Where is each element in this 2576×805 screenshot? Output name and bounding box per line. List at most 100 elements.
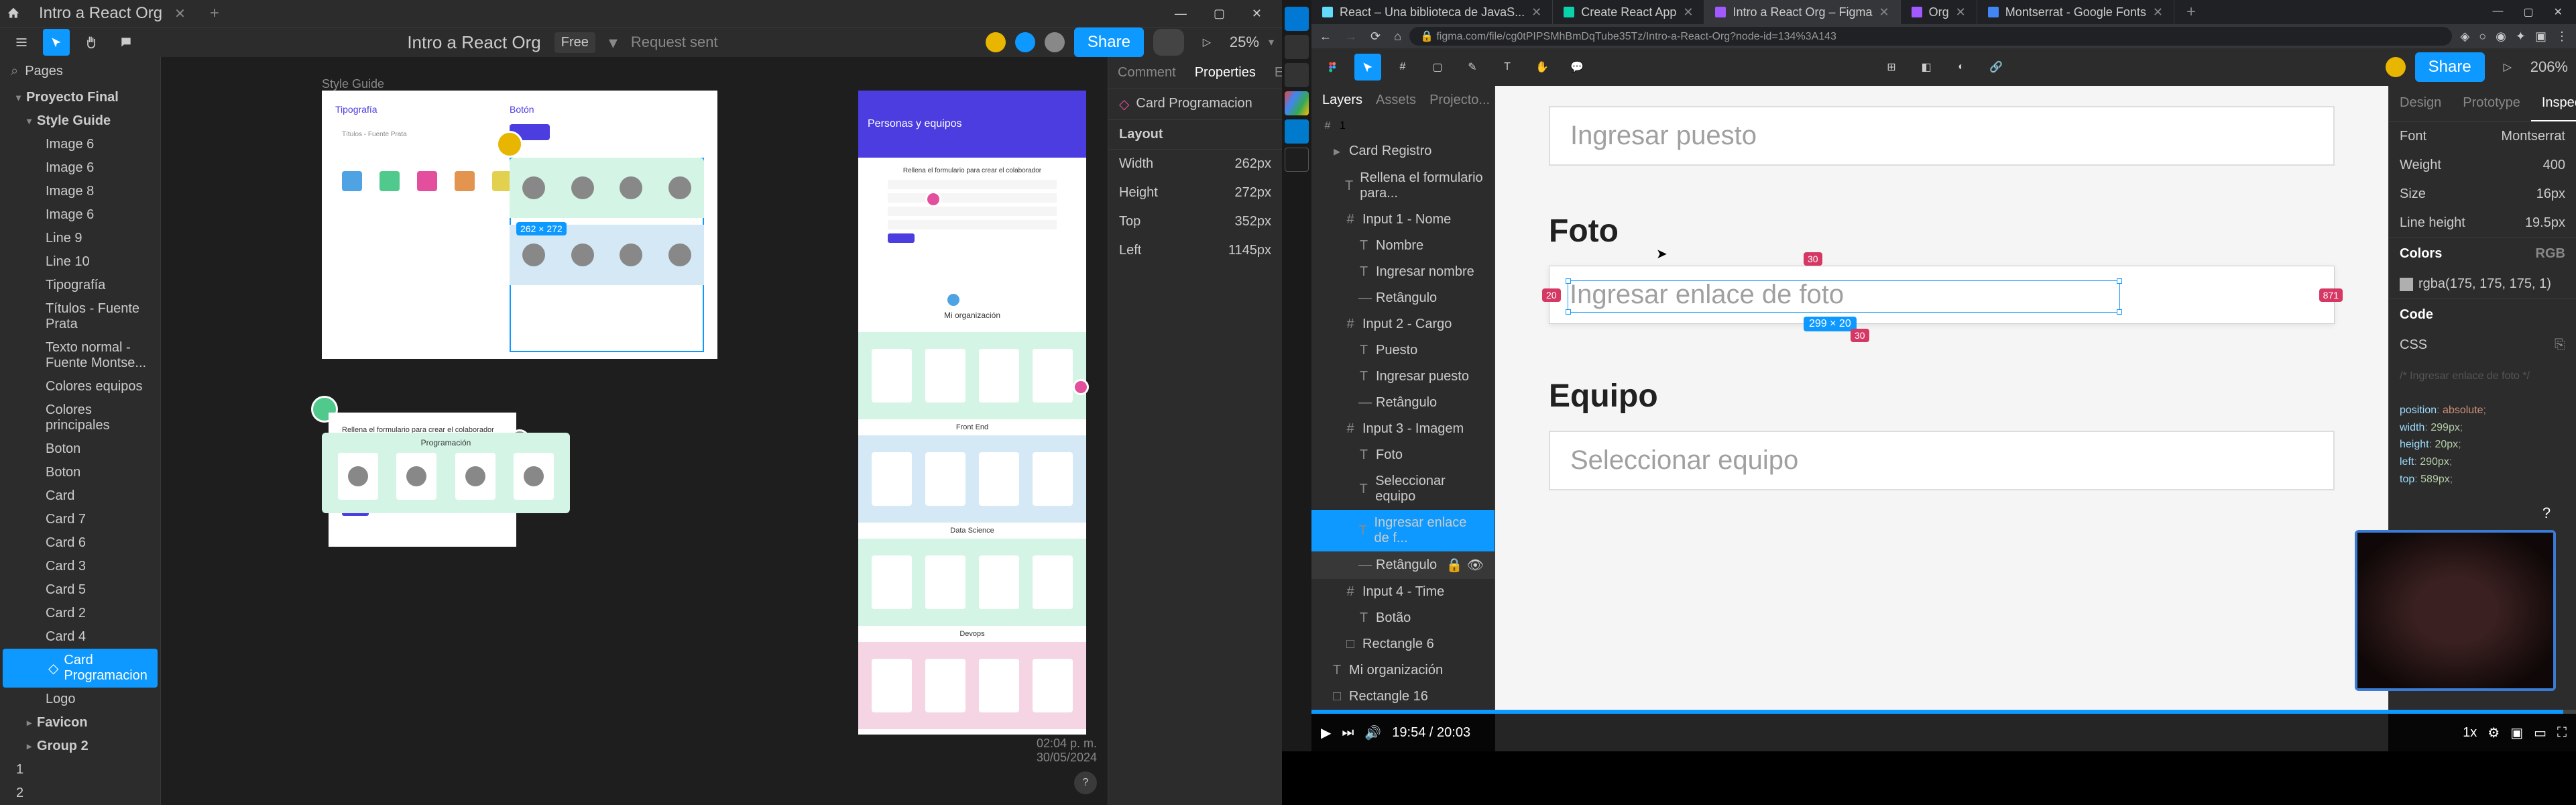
vscode-icon[interactable] [1285,119,1309,144]
theater-icon[interactable]: ▭ [2534,724,2546,741]
layer-item[interactable]: Card 2 [0,602,160,625]
layer-item[interactable]: □Rectangle 6 [1311,631,1495,657]
tab-page[interactable]: Projecto... [1429,93,1490,108]
frame-tool-icon[interactable]: # [1389,54,1416,80]
pen-tool-icon[interactable]: ✎ [1459,54,1486,80]
tab-comment[interactable]: Comment [1108,57,1185,89]
extension-icon[interactable]: ✦ [2516,30,2526,44]
zoom-level[interactable]: 25% [1230,34,1259,51]
menu-icon[interactable] [8,29,35,56]
help-icon[interactable]: ? [2537,504,2556,523]
miniplayer-icon[interactable]: ▣ [2510,724,2523,741]
doc-title[interactable]: Intro a React Org [407,32,540,53]
layer-item[interactable]: TPuesto [1311,337,1495,364]
artboard-cards[interactable]: Programación [322,433,570,513]
close-tab-icon[interactable]: ✕ [174,5,186,22]
css-code-block[interactable]: /* Ingresar enlace de foto */ position: … [2389,360,2576,496]
tab-inspect[interactable]: Inspect [2531,86,2576,121]
close-icon[interactable]: ✕ [1879,5,1889,19]
tab-layers[interactable]: Layers [1322,93,1362,108]
layer-item[interactable]: Card [0,484,160,508]
tab-assets[interactable]: Assets [1376,93,1416,108]
url-input[interactable]: 🔒 figma.com/file/cg0tPIPSMhBmDqTube35Tz/… [1409,27,2452,46]
figma-icon[interactable] [1285,148,1309,172]
figma-home-icon[interactable] [0,0,27,27]
layer-item[interactable]: —Retângulo🔒👁 [1311,551,1495,579]
visibility-icon[interactable]: 👁 [1467,557,1484,574]
frame-item[interactable]: ▾Style Guide [0,109,160,133]
layer-item[interactable]: Card 7 [0,508,160,531]
layer-item[interactable]: Colores principales [0,398,160,437]
design-canvas[interactable]: Style Guide Tipografía Botón Títulos - F… [161,57,1108,805]
layer-item[interactable]: Colores equipos [0,375,160,398]
layer-item[interactable]: Card 6 [0,531,160,555]
minimize-icon[interactable]: — [2492,5,2503,19]
webcam-overlay[interactable] [2355,530,2556,691]
close-icon[interactable]: ✕ [2153,5,2163,19]
move-tool-icon[interactable] [43,29,70,56]
figma-menu-icon[interactable] [1320,54,1346,80]
search-icon[interactable]: ⌕ [11,64,18,79]
user-avatar[interactable] [2386,57,2406,77]
close-icon[interactable]: ✕ [1956,5,1966,19]
hand-tool-icon[interactable]: ✋ [1529,54,1556,80]
extensions-menu-icon[interactable]: ⋮ [2556,30,2568,44]
maximize-icon[interactable]: ▢ [1214,7,1225,21]
share-button[interactable]: Share [1074,28,1144,57]
browser-tab[interactable]: Org✕ [1901,0,1977,24]
layer-item[interactable]: —Retângulo [1311,390,1495,416]
zoom-level[interactable]: 206% [2530,58,2568,76]
layer-item[interactable]: Line 9 [0,227,160,250]
layer-item[interactable]: TRellena el formulario para... [1311,165,1495,207]
extension-icon[interactable]: ◈ [2460,30,2469,44]
hand-tool-icon[interactable] [78,29,105,56]
search-icon[interactable] [1285,35,1309,59]
layer-item[interactable]: Boton [0,461,160,484]
artboard-styleguide[interactable]: Tipografía Botón Títulos - Fuente Prata [322,91,717,359]
close-icon[interactable]: ✕ [1683,5,1693,19]
page-item[interactable]: ▾Proyecto Final [0,86,160,109]
layer-item[interactable]: TFoto [1311,442,1495,468]
page-item[interactable]: 1 [0,758,160,782]
mask-icon[interactable]: ◐ [1948,54,1975,80]
page-item[interactable]: 2 [0,782,160,805]
frame-item[interactable]: ▸Group 2 [0,735,160,758]
layer-item[interactable]: TIngresar puesto [1311,364,1495,390]
play-icon[interactable]: ▷ [2494,54,2521,80]
browser-tab[interactable]: Montserrat - Google Fonts✕ [1977,0,2174,24]
forward-icon[interactable]: → [1345,30,1357,44]
maximize-icon[interactable]: ▢ [2523,5,2533,19]
new-tab-button[interactable]: + [2174,3,2208,21]
comment-tool-icon[interactable]: 💬 [1564,54,1590,80]
settings-icon[interactable]: ⚙ [2487,724,2500,741]
play-icon[interactable]: ▷ [1193,29,1220,56]
layer-item[interactable]: Image 8 [0,180,160,203]
extension-icon[interactable]: ○ [2479,30,2486,44]
layer-item[interactable]: Boton [0,437,160,461]
copy-icon[interactable]: ⎘ [2555,337,2565,353]
new-tab-button[interactable]: + [198,4,231,23]
layer-item[interactable]: TIngresar nombre [1311,259,1495,285]
close-icon[interactable]: ✕ [2554,5,2563,19]
zoom-caret-icon[interactable]: ▾ [1269,36,1274,49]
link-icon[interactable]: 🔗 [1983,54,2009,80]
reload-icon[interactable]: ⟳ [1370,30,1381,44]
move-tool-icon[interactable] [1354,54,1381,80]
layer-item[interactable]: Line 10 [0,250,160,274]
extension-icon[interactable]: ◉ [2496,30,2506,44]
dev-mode-icon[interactable] [1153,29,1184,56]
layer-item[interactable]: ▸Card Registro [1311,138,1495,165]
extension-icon[interactable]: ▣ [2535,30,2546,44]
layer-item[interactable]: #Input 2 - Cargo [1311,311,1495,337]
play-icon[interactable]: ▶ [1321,724,1331,741]
layer-item[interactable]: Tipografía [0,274,160,297]
layer-item[interactable]: Logo [0,688,160,711]
layer-item[interactable]: Image 6 [0,203,160,227]
artboard-fullpage[interactable]: Personas y equipos Rellena el formulario… [858,91,1086,735]
page-indicator[interactable]: #1 [1311,115,1495,138]
layer-item[interactable]: #Input 1 - Nome [1311,207,1495,233]
browser-tab[interactable]: React – Una biblioteca de JavaS...✕ [1311,0,1553,24]
user-avatar[interactable] [1015,32,1035,52]
share-button[interactable]: Share [2415,52,2485,82]
browser-tab[interactable]: Create React App✕ [1553,0,1704,24]
